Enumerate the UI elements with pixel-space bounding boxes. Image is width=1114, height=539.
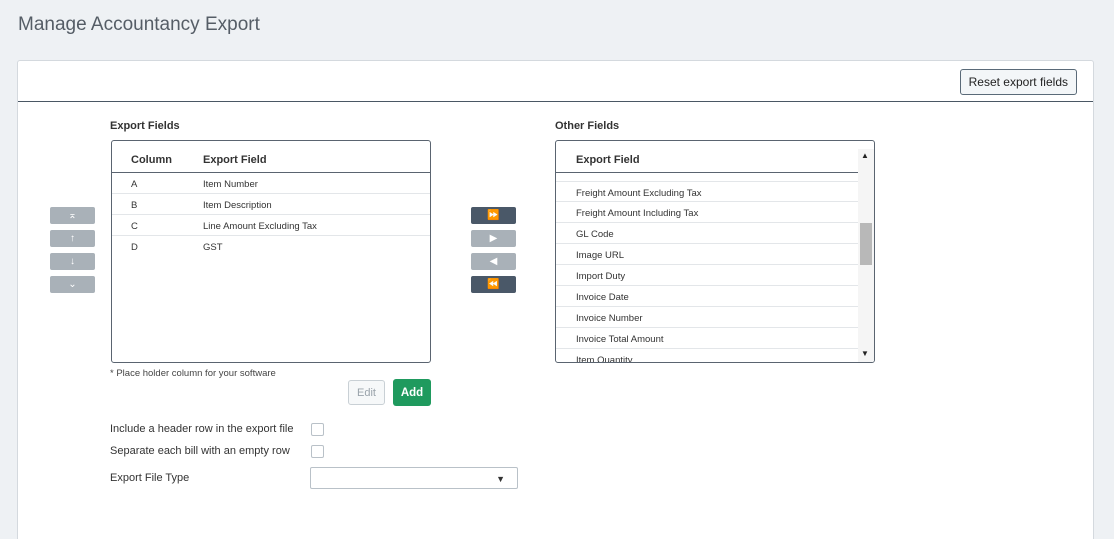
list-item-label: Freight Amount Including Tax	[576, 208, 699, 219]
header-row-label: Include a header row in the export file	[110, 423, 294, 435]
scroll-down-icon[interactable]: ▼	[861, 349, 869, 358]
export-field-header: Export Field	[576, 154, 640, 166]
list-item[interactable]: Invoice Date	[556, 286, 860, 307]
list-item[interactable]: Invoice Total Amount	[556, 328, 860, 349]
list-item[interactable]: Invoice Number	[556, 307, 860, 328]
other-fields-scrollbar[interactable]: ▲ ▼	[858, 149, 874, 362]
export-file-type-label: Export File Type	[110, 472, 190, 484]
move-top-button[interactable]: ⌅	[50, 207, 95, 224]
move-up-button[interactable]: ↑	[50, 230, 95, 247]
other-fields-header: Export Field	[556, 141, 858, 173]
list-item-label: Import Duty	[576, 271, 626, 282]
row-column: A	[131, 179, 138, 190]
add-selected-icon: ▶	[489, 233, 498, 244]
add-button[interactable]: Add	[393, 379, 431, 406]
other-fields-list[interactable]: Export Field Freight Amount Excluding Ta…	[555, 140, 875, 363]
card-header: Reset export fields	[18, 61, 1093, 102]
list-item-label: Item Quantity	[576, 355, 633, 363]
list-item[interactable]: Item Quantity	[556, 349, 860, 363]
header-row-checkbox[interactable]	[311, 423, 324, 436]
row-field: Item Description	[203, 200, 272, 211]
move-bottom-button[interactable]: ⌄	[50, 276, 95, 293]
separate-bill-checkbox[interactable]	[311, 445, 324, 458]
row-column: D	[131, 242, 138, 253]
move-top-icon: ⌅	[68, 210, 77, 221]
move-up-icon: ↑	[70, 233, 75, 244]
chevron-down-icon: ▼	[496, 474, 505, 484]
list-item-label: Freight Amount Excluding Tax	[576, 188, 702, 199]
list-item[interactable]: Image URL	[556, 244, 860, 265]
column-header: Column	[131, 154, 172, 166]
list-item-label: Image URL	[576, 250, 625, 261]
row-field: GST	[203, 242, 223, 253]
export-field-header: Export Field	[203, 154, 267, 166]
add-all-button[interactable]: ⏩	[471, 207, 516, 224]
row-column: B	[131, 200, 138, 211]
export-fields-header: Column Export Field	[112, 141, 430, 173]
list-item[interactable]: GL Code	[556, 223, 860, 244]
list-item-label: Invoice Number	[576, 313, 643, 324]
page-title: Manage Accountancy Export	[18, 14, 260, 35]
export-file-type-select[interactable]: ▼	[310, 467, 518, 489]
separate-bill-label: Separate each bill with an empty row	[110, 445, 290, 457]
edit-button[interactable]: Edit	[348, 380, 385, 405]
row-field: Item Number	[203, 179, 258, 190]
add-all-icon: ⏩	[487, 210, 500, 221]
list-item[interactable]: Import Duty	[556, 265, 860, 286]
list-item[interactable]: Freight Amount Excluding Tax	[556, 181, 860, 202]
remove-all-button[interactable]: ⏪	[471, 276, 516, 293]
table-row[interactable]: D GST	[112, 236, 430, 257]
table-row[interactable]: C Line Amount Excluding Tax	[112, 215, 430, 236]
row-column: C	[131, 221, 138, 232]
move-down-button[interactable]: ↓	[50, 253, 95, 270]
placeholder-note: * Place holder column for your software	[110, 368, 276, 379]
list-item-label: Invoice Total Amount	[576, 334, 664, 345]
export-fields-label: Export Fields	[110, 120, 180, 132]
reset-export-fields-button[interactable]: Reset export fields	[959, 69, 1077, 95]
list-item-label: GL Code	[576, 229, 614, 240]
list-item[interactable]: Freight Amount Including Tax	[556, 202, 860, 223]
table-row[interactable]: B Item Description	[112, 194, 430, 215]
scroll-up-icon[interactable]: ▲	[861, 151, 869, 160]
export-fields-list[interactable]: Column Export Field A Item Number B Item…	[111, 140, 431, 363]
other-fields-items: Freight Amount Excluding Tax Freight Amo…	[556, 181, 860, 363]
remove-selected-button[interactable]: ◀	[471, 253, 516, 270]
add-selected-button[interactable]: ▶	[471, 230, 516, 247]
move-bottom-icon: ⌄	[68, 279, 77, 290]
remove-selected-icon: ◀	[489, 256, 498, 267]
remove-all-icon: ⏪	[487, 279, 500, 290]
table-row[interactable]: A Item Number	[112, 173, 430, 194]
move-down-icon: ↓	[70, 256, 75, 267]
scroll-thumb[interactable]	[860, 223, 872, 265]
list-item-label: Invoice Date	[576, 292, 629, 303]
other-fields-label: Other Fields	[555, 120, 620, 132]
row-field: Line Amount Excluding Tax	[203, 221, 317, 232]
